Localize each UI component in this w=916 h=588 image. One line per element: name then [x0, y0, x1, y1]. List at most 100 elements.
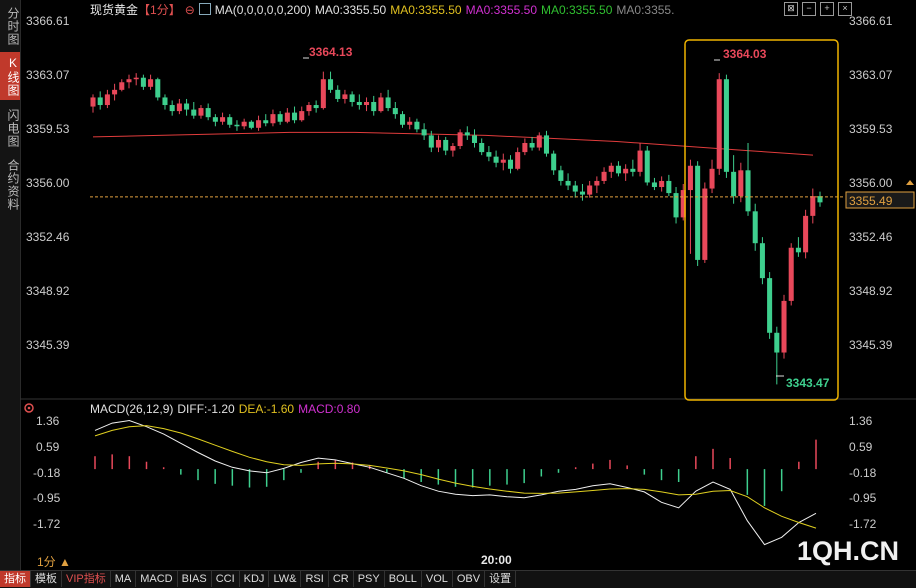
candle-body	[371, 101, 377, 112]
indicator-tab[interactable]: OBV	[453, 571, 486, 587]
candle-body	[234, 124, 240, 127]
candle-body	[522, 142, 528, 153]
indicator-tab[interactable]: LW&	[269, 571, 302, 587]
candle-body	[803, 215, 809, 253]
price-tick-label: 3356.00	[26, 176, 70, 190]
candle-body	[392, 108, 398, 115]
candle-body	[176, 103, 182, 112]
candle-body	[342, 94, 348, 99]
candle-body	[119, 82, 125, 90]
candle-body	[500, 159, 506, 163]
kline-chart[interactable]: 3366.61 3363.07 3359.53 3356.00 3352.46 …	[0, 0, 916, 587]
macd-tick-label: -1.72	[33, 517, 61, 531]
candle-body	[752, 211, 758, 244]
candle-body	[313, 105, 319, 109]
candle-body	[435, 139, 442, 148]
candle-body	[731, 171, 737, 197]
candle-body	[191, 109, 197, 116]
macd-tick-label: -0.95	[33, 491, 61, 505]
period-indicator[interactable]: 1分 ▲	[37, 555, 71, 569]
macd-value: MACD:0.80	[298, 402, 361, 416]
candle-body	[277, 114, 283, 122]
candle-body	[104, 94, 110, 106]
indicator-tab[interactable]: BOLL	[385, 571, 422, 587]
candle-body	[198, 108, 204, 116]
candle-body	[90, 97, 96, 107]
candle-body	[464, 132, 470, 136]
low-annotation: 3343.47	[786, 376, 830, 390]
indicator-tab[interactable]: CCI	[212, 571, 240, 587]
price-tick-label: 3366.61	[26, 14, 70, 28]
candle-body	[716, 79, 722, 169]
indicator-tab[interactable]: KDJ	[240, 571, 270, 587]
candle-body	[709, 168, 715, 189]
macd-tick-label: 1.36	[36, 414, 60, 428]
candle-body	[637, 150, 643, 172]
macd-diff: DIFF:-1.20	[177, 402, 235, 416]
candle-body	[443, 139, 449, 151]
candle-body	[428, 135, 434, 148]
time-axis-label: 20:00	[481, 553, 512, 567]
candle-body	[788, 247, 794, 301]
price-tick-label: 3352.46	[849, 230, 893, 244]
macd-tick-label: 0.59	[36, 440, 60, 454]
indicator-tab[interactable]: 设置	[485, 571, 517, 587]
candle-body	[335, 89, 341, 99]
price-tick-label: 3359.53	[26, 122, 70, 136]
candle-body	[306, 105, 312, 112]
candle-body	[745, 170, 751, 212]
candle-body	[507, 159, 514, 169]
indicator-tab[interactable]: 模板	[31, 571, 62, 587]
indicator-tab[interactable]: VIP指标	[62, 571, 111, 587]
candle-body	[594, 180, 600, 186]
candle-body	[385, 97, 391, 109]
candle-body	[529, 142, 535, 148]
candle-body	[248, 121, 254, 128]
indicator-tab[interactable]: PSY	[354, 571, 385, 587]
price-tick-label: 3356.00	[849, 176, 893, 190]
macd-settings-icon-dot	[27, 406, 31, 410]
candle-body	[702, 188, 708, 260]
candle-body	[112, 89, 118, 95]
candle-body	[587, 185, 593, 195]
candle-body	[558, 170, 564, 181]
current-price-label: 3355.49	[849, 194, 893, 208]
candle-body	[579, 191, 585, 195]
highlight-box	[684, 39, 839, 401]
candle-body	[486, 152, 492, 157]
price-tick-label: 3363.07	[26, 68, 70, 82]
indicator-tab[interactable]: CR	[329, 571, 354, 587]
high-annotation: 3364.13	[309, 45, 353, 59]
macd-tick-label: 0.59	[849, 440, 873, 454]
indicator-tab[interactable]: RSI	[301, 571, 329, 587]
candle-body	[184, 103, 190, 110]
candle-body	[320, 79, 326, 109]
candle-body	[399, 114, 406, 125]
candle-body	[623, 168, 629, 174]
candle-body	[220, 117, 226, 122]
indicator-tab[interactable]: VOL	[422, 571, 453, 587]
indicator-tab[interactable]: MA	[111, 571, 137, 587]
candle-body	[457, 132, 463, 147]
candle-body	[774, 332, 780, 353]
indicator-tab[interactable]: BIAS	[178, 571, 212, 587]
candle-body	[205, 108, 211, 118]
macd-tick-label: -0.18	[33, 466, 61, 480]
candle-body	[471, 135, 478, 143]
macd-tick-label: -1.72	[849, 517, 877, 531]
candle-body	[644, 150, 650, 183]
macd-tick-label: -0.18	[849, 466, 877, 480]
candle-body	[97, 97, 103, 106]
candle-body	[572, 185, 578, 192]
candle-body	[615, 165, 621, 174]
candle-body	[133, 77, 139, 80]
indicator-tab[interactable]: MACD	[136, 571, 178, 587]
candle-body	[349, 94, 355, 102]
indicator-tab[interactable]: 指标	[0, 571, 31, 587]
candle-body	[148, 79, 154, 87]
candle-body	[421, 129, 427, 136]
indicator-tab-bar: 指标 模板 VIP指标 MA MACD BIAS CCI KDJ LW& RSI CR PSY BOLL…	[0, 570, 916, 588]
candle-body	[608, 165, 614, 172]
candle-body	[565, 180, 571, 186]
candle-body	[759, 243, 765, 279]
